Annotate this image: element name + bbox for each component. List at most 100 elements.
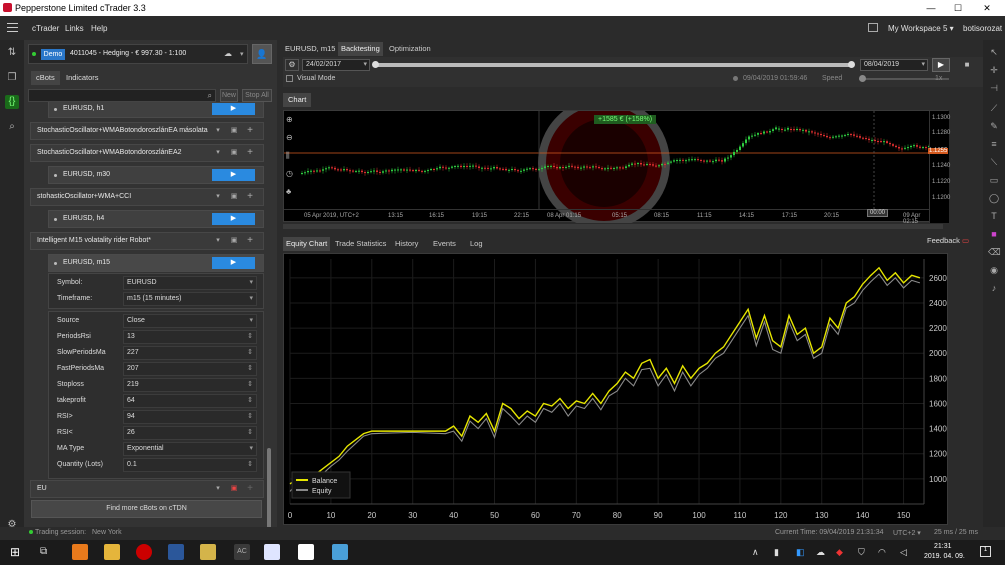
end-date-input[interactable]: 08/04/2019 ▾: [860, 59, 928, 71]
instance-row-selected[interactable]: EURUSD, m15 ▶: [48, 254, 264, 272]
horizontal-line-icon[interactable]: ⊣: [988, 82, 1000, 94]
rsi-lower-stepper[interactable]: 26 ⇕: [123, 426, 257, 440]
instance-row[interactable]: EURUSD, h4 ▶: [48, 210, 264, 228]
range-end-handle[interactable]: [848, 61, 855, 68]
takeprofit-stepper[interactable]: 64 ⇕: [123, 394, 257, 408]
copy-icon[interactable]: ❐: [5, 71, 19, 85]
instances-icon[interactable]: ▣: [229, 126, 239, 136]
periods-rsi-stepper[interactable]: 13 ⇕: [123, 330, 257, 344]
tab-log[interactable]: Log: [467, 237, 486, 251]
calc-icon[interactable]: AC: [234, 544, 250, 560]
chevron-down-icon[interactable]: ▾: [213, 126, 223, 136]
range-start-handle[interactable]: [372, 61, 379, 68]
search-input[interactable]: ⌕: [28, 89, 216, 102]
file-explorer-icon[interactable]: [104, 544, 120, 560]
color-icon[interactable]: ■: [988, 228, 1000, 240]
add-instance-icon[interactable]: +: [245, 126, 255, 136]
remote-desktop-icon[interactable]: [332, 544, 348, 560]
cbot-row[interactable]: StochasticOscillator+WMABotondoroszlánEA…: [30, 122, 264, 140]
symbol-select[interactable]: EURUSD ▾: [123, 276, 257, 290]
automate-icon[interactable]: {}: [5, 95, 19, 109]
user-name[interactable]: botisorozat: [963, 24, 1002, 33]
instances-icon[interactable]: ▣: [229, 484, 239, 494]
price-chart[interactable]: +1585 € (+158%) 1.1300 1.1280 1.1240 1.1…: [283, 110, 950, 225]
chevron-down-icon[interactable]: ▾: [213, 236, 223, 246]
trade-icon[interactable]: ⇅: [5, 46, 19, 60]
layout-icon[interactable]: [868, 23, 878, 32]
ctrader-taskbar-icon[interactable]: [264, 544, 280, 560]
play-button[interactable]: ▶: [212, 257, 255, 269]
chevron-down-icon[interactable]: ▾: [240, 50, 244, 58]
add-instance-icon[interactable]: +: [245, 236, 255, 246]
account-selector[interactable]: Demo 4011045 - Hedging - € 997.30 - 1:10…: [28, 44, 248, 64]
feedback-button[interactable]: Feedback ▭: [927, 236, 969, 245]
clock-date[interactable]: 2019. 04. 09.: [924, 553, 965, 560]
tray-icon[interactable]: ▮: [774, 547, 779, 558]
tab-indicators[interactable]: Indicators: [61, 71, 104, 85]
indicators-icon[interactable]: ♣: [286, 187, 298, 205]
zoom-in-icon[interactable]: ⊕: [286, 115, 298, 133]
speed-slider-handle[interactable]: [859, 75, 866, 82]
instances-icon[interactable]: ▣: [229, 236, 239, 246]
play-backtest-button[interactable]: ▶: [932, 58, 950, 72]
fibonacci-icon[interactable]: ≡: [988, 138, 1000, 150]
alert-bell-icon[interactable]: ♪: [988, 282, 1000, 294]
cbot-row[interactable]: Intelligent M15 volatality rider Robot* …: [30, 232, 264, 250]
volume-icon[interactable]: ◁: [900, 547, 907, 558]
utc-selector[interactable]: UTC+2 ▾: [893, 529, 921, 537]
source-select[interactable]: Close ▾: [123, 314, 257, 328]
tab-trade-statistics[interactable]: Trade Statistics: [332, 237, 389, 251]
stop-backtest-button[interactable]: ■: [960, 58, 974, 72]
wifi-icon[interactable]: ◠: [878, 547, 886, 558]
cbot-row[interactable]: EU ▾ ▣ +: [30, 480, 264, 498]
add-instance-icon[interactable]: +: [245, 484, 255, 494]
tray-chevron-icon[interactable]: ∧: [752, 547, 759, 558]
menu-help[interactable]: Help: [91, 24, 107, 33]
eraser-icon[interactable]: ⌫: [988, 246, 1001, 258]
crosshair-icon[interactable]: ✛: [988, 64, 1000, 76]
pen-icon[interactable]: ✎: [988, 120, 1000, 132]
chevron-down-icon[interactable]: ▾: [213, 484, 223, 494]
timeframe-icon[interactable]: ◷: [286, 169, 298, 187]
ray-icon[interactable]: ⟍: [988, 156, 1000, 168]
visual-mode-checkbox[interactable]: [286, 75, 293, 82]
rsi-upper-stepper[interactable]: 94 ⇕: [123, 410, 257, 424]
hamburger-menu-icon[interactable]: [7, 23, 18, 32]
workspace-dropdown[interactable]: My Workspace 5 ▾: [888, 24, 954, 33]
tab-chart[interactable]: Chart: [283, 93, 312, 107]
chevron-down-icon[interactable]: ▾: [213, 192, 223, 202]
tab-chart-symbol[interactable]: EURUSD, m15: [283, 42, 337, 56]
analyze-icon[interactable]: ⌕: [5, 120, 19, 134]
timeframe-select[interactable]: m15 (15 minutes) ▾: [123, 292, 257, 306]
instance-row[interactable]: EURUSD, m30 ▶: [48, 166, 264, 184]
trend-line-icon[interactable]: ⟋: [988, 102, 1000, 114]
account-user-button[interactable]: 👤: [252, 44, 272, 64]
task-view-icon[interactable]: ⧉: [40, 546, 47, 557]
play-button[interactable]: ▶: [212, 103, 255, 115]
chart-horizontal-scrollbar[interactable]: [283, 224, 943, 229]
menu-ctrader[interactable]: cTrader: [32, 24, 59, 33]
text-icon[interactable]: T: [988, 210, 1000, 222]
menu-links[interactable]: Links: [65, 24, 84, 33]
play-button[interactable]: ▶: [212, 169, 255, 181]
instances-icon[interactable]: ▣: [229, 192, 239, 202]
maximize-button[interactable]: ☐: [948, 1, 968, 15]
opera-icon[interactable]: [136, 544, 152, 560]
find-more-cbots-button[interactable]: Find more cBots on cTDN: [31, 500, 262, 518]
tray-icon[interactable]: ◆: [836, 547, 843, 558]
add-instance-icon[interactable]: +: [245, 148, 255, 158]
cbot-row[interactable]: stohasticOscillator+WMA+CCI ▾ ▣ +: [30, 188, 264, 206]
vlc-icon[interactable]: [72, 544, 88, 560]
cbot-row[interactable]: StochasticOscillator+WMABotondoroszlánEA…: [30, 144, 264, 162]
word-icon[interactable]: [168, 544, 184, 560]
close-button[interactable]: ✕: [977, 1, 997, 15]
minimize-button[interactable]: —: [921, 1, 941, 15]
cloud-icon[interactable]: ☁: [224, 49, 232, 58]
windows-start-icon[interactable]: ⊞: [10, 546, 22, 558]
screenshot-icon[interactable]: ◉: [988, 264, 1000, 276]
tab-events[interactable]: Events: [430, 237, 459, 251]
fast-periods-ma-stepper[interactable]: 207 ⇕: [123, 362, 257, 376]
notifications-icon[interactable]: 1: [980, 546, 991, 557]
shield-icon[interactable]: ⛉: [858, 547, 865, 558]
slow-periods-ma-stepper[interactable]: 227 ⇕: [123, 346, 257, 360]
